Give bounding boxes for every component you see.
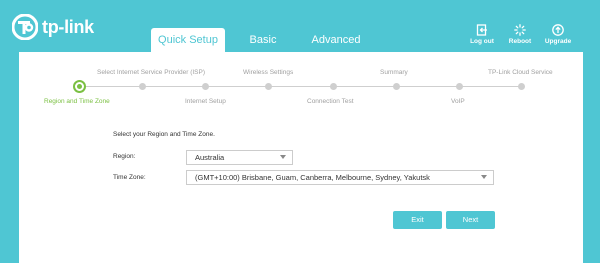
step-label-select-isp: Select Internet Service Provider (ISP) xyxy=(97,69,206,76)
next-button[interactable]: Next xyxy=(446,211,495,229)
step-dot-cloud-service[interactable] xyxy=(518,83,525,90)
region-value: Australia xyxy=(195,153,225,162)
logout-button[interactable]: Log out xyxy=(464,24,500,45)
tab-advanced[interactable]: Advanced xyxy=(303,28,369,52)
step-dot-region-time-zone[interactable] xyxy=(73,80,86,93)
chevron-down-icon xyxy=(280,155,286,159)
logout-icon xyxy=(476,24,487,36)
reboot-label: Reboot xyxy=(508,38,532,45)
tab-basic[interactable]: Basic xyxy=(238,28,288,52)
logout-label: Log out xyxy=(470,38,494,45)
region-prompt: Select your Region and Time Zone. xyxy=(113,131,215,138)
step-dot-connection-test[interactable] xyxy=(330,83,337,90)
top-bar: tp-link Quick Setup Basic Advanced Log o… xyxy=(0,0,600,52)
brand-name: tp-link xyxy=(42,16,94,37)
step-dot-wireless-settings[interactable] xyxy=(265,83,272,90)
chevron-down-icon xyxy=(481,175,487,179)
step-label-cloud-service: TP-Link Cloud Service xyxy=(488,69,553,76)
quick-setup-panel xyxy=(19,52,583,263)
step-dot-voip[interactable] xyxy=(456,83,463,90)
step-label-wireless-settings: Wireless Settings xyxy=(243,69,294,76)
exit-button[interactable]: Exit xyxy=(393,211,442,229)
region-label: Region: xyxy=(113,153,136,160)
upgrade-icon xyxy=(552,24,564,36)
upgrade-label: Upgrade xyxy=(544,38,572,45)
reboot-icon xyxy=(514,24,526,36)
step-label-summary: Summary xyxy=(380,69,408,76)
time-zone-select[interactable]: (GMT+10:00) Brisbane, Guam, Canberra, Me… xyxy=(186,170,494,185)
region-select[interactable]: Australia xyxy=(186,150,293,165)
step-label-connection-test: Connection Test xyxy=(307,98,354,105)
time-zone-value: (GMT+10:00) Brisbane, Guam, Canberra, Me… xyxy=(195,173,430,182)
step-dot-internet-setup[interactable] xyxy=(202,83,209,90)
tab-quick-setup[interactable]: Quick Setup xyxy=(151,28,225,52)
tp-link-logo-icon xyxy=(12,14,38,40)
step-label-region-time-zone: Region and Time Zone xyxy=(44,98,110,105)
step-label-internet-setup: Internet Setup xyxy=(185,98,226,105)
reboot-button[interactable]: Reboot xyxy=(502,24,538,45)
tp-link-logo: tp-link xyxy=(12,14,94,40)
step-dot-select-isp[interactable] xyxy=(139,83,146,90)
step-dot-summary[interactable] xyxy=(393,83,400,90)
upgrade-button[interactable]: Upgrade xyxy=(540,24,576,45)
step-label-voip: VoIP xyxy=(451,98,465,105)
time-zone-label: Time Zone: xyxy=(113,174,146,181)
